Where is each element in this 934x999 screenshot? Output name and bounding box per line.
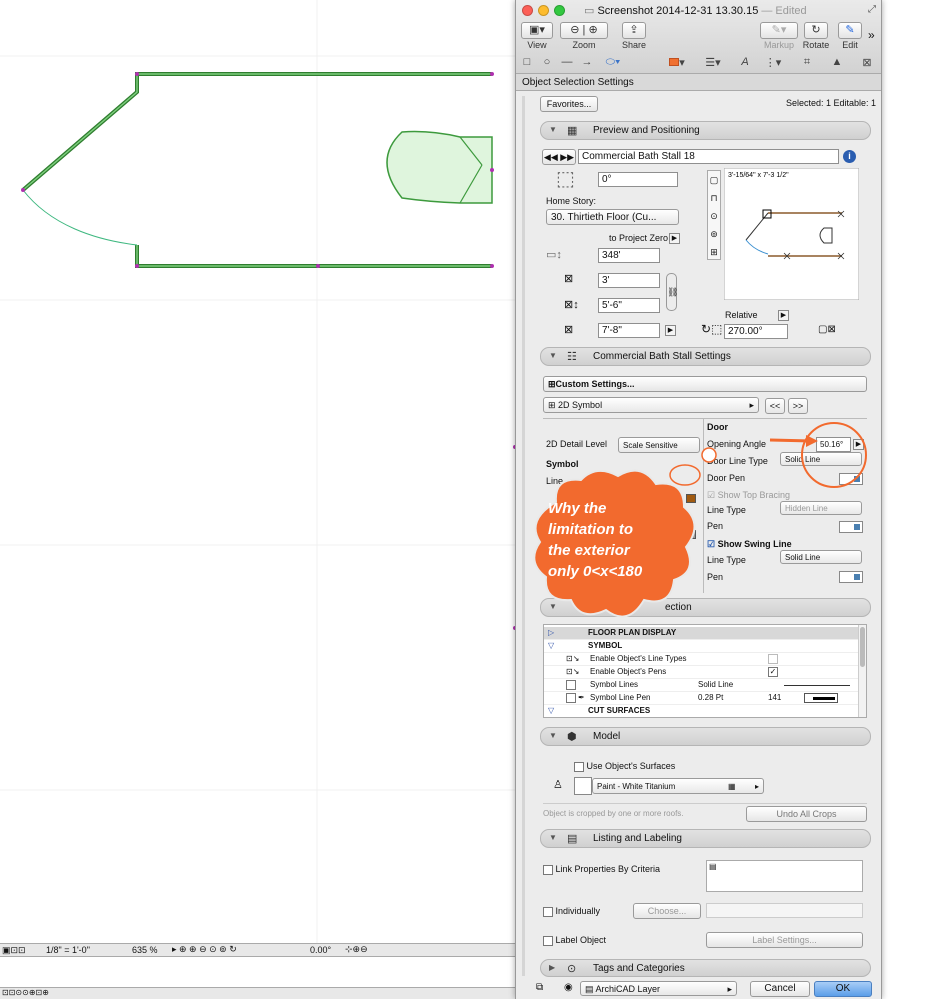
markup-annotations xyxy=(669,422,867,488)
highlight-circle xyxy=(801,422,867,488)
annotation-text: Why the limitation to the exterior only … xyxy=(548,500,643,580)
highlight-arrow xyxy=(769,438,813,443)
arrow-head-icon xyxy=(806,435,818,447)
thought-bubble xyxy=(701,447,717,463)
